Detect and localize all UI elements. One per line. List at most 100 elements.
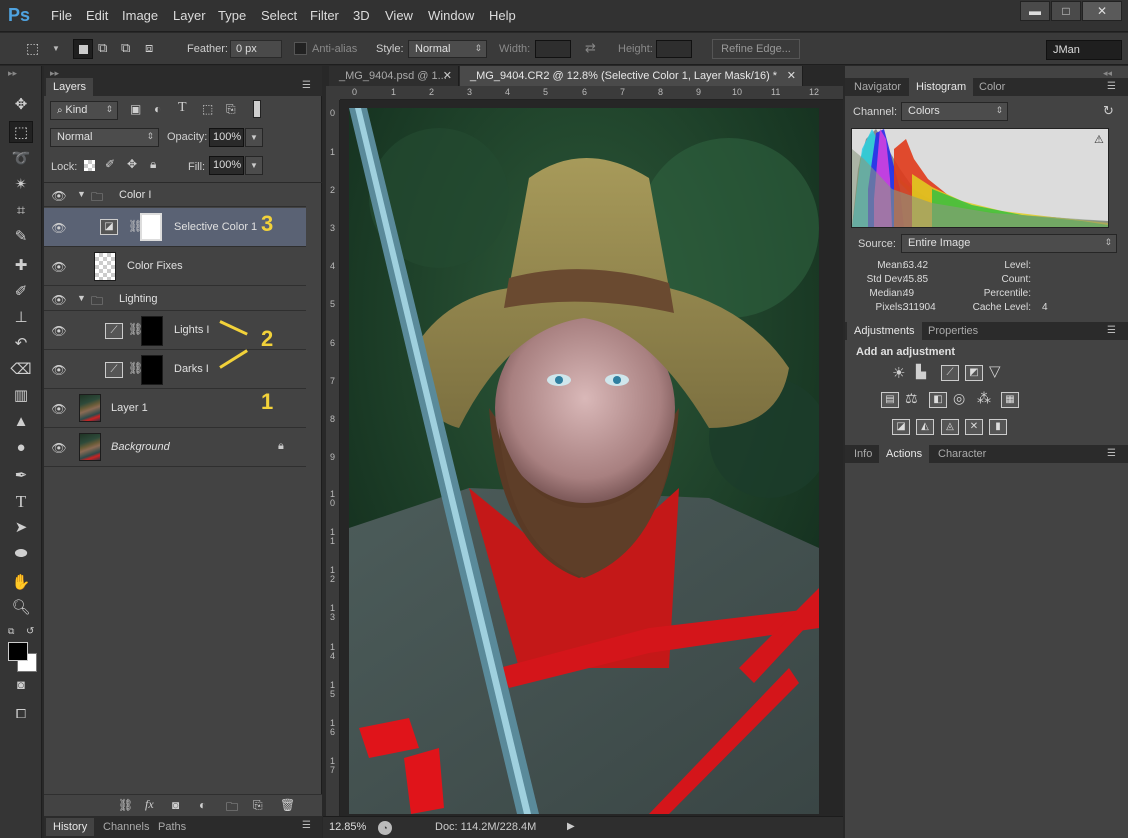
close-tab-icon[interactable]: ✕: [787, 66, 796, 86]
filter-type-icon[interactable]: T: [178, 100, 187, 116]
eye-icon[interactable]: 👁︎: [51, 363, 67, 377]
panel-menu-icon[interactable]: ☰: [1107, 81, 1116, 92]
lock-position-icon[interactable]: ✥: [127, 157, 137, 171]
menu-file[interactable]: File: [51, 8, 72, 23]
swap-colors-icon[interactable]: ↺: [26, 626, 34, 637]
tab-actions[interactable]: Actions: [879, 445, 930, 463]
stamp-tool-icon[interactable]: ⊥: [9, 307, 33, 329]
brightness-contrast-icon[interactable]: ☀: [892, 364, 905, 382]
panel-menu-icon[interactable]: ☰: [302, 820, 311, 831]
add-mask-icon[interactable]: ◙: [172, 798, 179, 812]
pen-tool-icon[interactable]: ✒: [9, 465, 33, 487]
tab-paths[interactable]: Paths: [151, 818, 193, 836]
blend-mode-dropdown[interactable]: Normal: [50, 128, 159, 147]
layer-thumbnail[interactable]: [79, 394, 101, 422]
gradient-map-icon[interactable]: ▮: [989, 419, 1007, 435]
tab-histogram[interactable]: Histogram: [909, 78, 974, 96]
layer-row[interactable]: 👁︎ ▼ 🗀︎ Color I: [44, 183, 306, 207]
selective-color-icon[interactable]: ✕: [965, 419, 983, 435]
eye-icon[interactable]: 👁︎: [51, 324, 67, 338]
filter-adjustment-icon[interactable]: ◐: [154, 102, 161, 116]
brush-tool-icon[interactable]: ✐: [9, 281, 33, 303]
zoom-level[interactable]: 12.85%: [329, 821, 366, 833]
add-selection-icon[interactable]: ⧉: [98, 40, 107, 56]
eyedropper-tool-icon[interactable]: ✎: [9, 226, 33, 248]
document-tab-active[interactable]: _MG_9404.CR2 @ 12.8% (Selective Color 1,…: [460, 66, 803, 86]
black-white-icon[interactable]: ◧: [929, 392, 947, 408]
close-button[interactable]: ✕: [1082, 1, 1122, 21]
lock-transparent-icon[interactable]: [84, 160, 95, 171]
eye-icon[interactable]: 👁︎: [51, 260, 67, 274]
tab-info[interactable]: Info: [847, 445, 879, 463]
screen-mode-icon[interactable]: ⧠: [9, 703, 33, 725]
height-input[interactable]: [656, 40, 692, 58]
panel-menu-icon[interactable]: ☰: [302, 80, 311, 91]
path-selection-tool-icon[interactable]: ➤: [9, 517, 33, 539]
layer-mask-thumbnail[interactable]: [141, 355, 163, 385]
intersect-selection-icon[interactable]: ⧈: [145, 40, 153, 56]
eye-icon[interactable]: 👁︎: [51, 402, 67, 416]
eye-icon[interactable]: 👁︎: [51, 441, 67, 455]
antialias-checkbox[interactable]: [294, 42, 307, 55]
new-layer-icon[interactable]: ⎘: [253, 798, 263, 813]
vibrance-icon[interactable]: ▽: [989, 362, 1001, 380]
hand-tool-icon[interactable]: ✋: [9, 572, 33, 594]
tab-channels[interactable]: Channels: [96, 818, 156, 836]
chevron-down-icon[interactable]: ▼: [52, 44, 60, 53]
eraser-tool-icon[interactable]: ⌫: [9, 359, 33, 381]
menu-3d[interactable]: 3D: [353, 8, 370, 23]
menu-layer[interactable]: Layer: [173, 8, 206, 23]
filter-shape-icon[interactable]: ⬚: [202, 102, 213, 116]
healing-brush-tool-icon[interactable]: ✚: [9, 255, 33, 277]
panel-menu-icon[interactable]: ☰: [1107, 325, 1116, 336]
curves-icon[interactable]: ⟋: [941, 365, 959, 381]
subtract-selection-icon[interactable]: ⧉: [121, 40, 130, 56]
layer-style-icon[interactable]: fx: [145, 797, 154, 812]
blur-tool-icon[interactable]: ▲: [9, 411, 33, 433]
dodge-tool-icon[interactable]: ●: [9, 437, 33, 459]
photo-filter-icon[interactable]: ◎: [953, 390, 965, 407]
crop-tool-icon[interactable]: ⌗: [9, 200, 33, 222]
marquee-preset-icon[interactable]: ⬚: [26, 40, 39, 57]
layer-thumbnail[interactable]: [94, 252, 116, 281]
status-menu-arrow-icon[interactable]: ▶: [567, 821, 575, 832]
new-adjustment-layer-icon[interactable]: ◐: [199, 798, 206, 812]
document-canvas-photo[interactable]: [349, 108, 819, 814]
panel-menu-icon[interactable]: ☰: [1107, 448, 1116, 459]
refresh-icon[interactable]: ↻: [1103, 103, 1114, 119]
menu-type[interactable]: Type: [218, 8, 246, 23]
filter-pixel-icon[interactable]: ▣: [130, 102, 141, 116]
opacity-slider-toggle-icon[interactable]: ▼: [245, 128, 263, 147]
source-dropdown[interactable]: Entire Image: [901, 234, 1117, 253]
marquee-tool-icon[interactable]: ⬚: [9, 121, 33, 143]
levels-icon[interactable]: ▙: [916, 364, 926, 380]
filter-smart-object-icon[interactable]: ⎘: [226, 102, 236, 117]
channel-mixer-icon[interactable]: ⁂: [977, 390, 991, 407]
quick-selection-tool-icon[interactable]: ✴: [9, 174, 33, 196]
menu-filter[interactable]: Filter: [310, 8, 339, 23]
swap-arrows-icon[interactable]: ⇄: [585, 40, 596, 56]
style-dropdown[interactable]: Normal: [408, 40, 487, 58]
horizontal-ruler[interactable]: 0 1 2 3 4 5 6 7 8 9 10 11 12: [340, 86, 843, 100]
hue-saturation-icon[interactable]: ▤: [881, 392, 899, 408]
layer-mask-thumbnail[interactable]: [140, 213, 162, 241]
new-selection-icon[interactable]: [73, 39, 93, 59]
tab-character[interactable]: Character: [931, 445, 993, 463]
eye-icon[interactable]: 👁︎: [51, 293, 67, 307]
ellipse-tool-icon[interactable]: ⬬: [9, 543, 33, 565]
lock-pixels-icon[interactable]: ✐: [105, 157, 115, 171]
warning-icon[interactable]: ⚠: [1094, 133, 1104, 146]
move-tool-icon[interactable]: ✥: [9, 94, 33, 116]
layer-row[interactable]: 👁︎ ⟋ ⛓︎ Darks I: [44, 351, 306, 389]
exposure-icon[interactable]: ◩: [965, 365, 983, 381]
fill-slider-toggle-icon[interactable]: ▼: [245, 156, 263, 175]
tab-color[interactable]: Color: [972, 78, 1012, 96]
layer-row[interactable]: 👁︎ ▼ 🗀︎ Lighting: [44, 287, 306, 311]
filter-toggle-icon[interactable]: [253, 100, 261, 118]
opacity-input[interactable]: 100%: [209, 128, 244, 147]
invert-icon[interactable]: ◪: [892, 419, 910, 435]
quick-mask-icon[interactable]: ◙: [9, 674, 33, 696]
eye-icon[interactable]: 👁︎: [51, 221, 67, 235]
lock-all-icon[interactable]: 🔒︎: [150, 157, 156, 172]
default-colors-icon[interactable]: ⧉: [8, 626, 14, 637]
